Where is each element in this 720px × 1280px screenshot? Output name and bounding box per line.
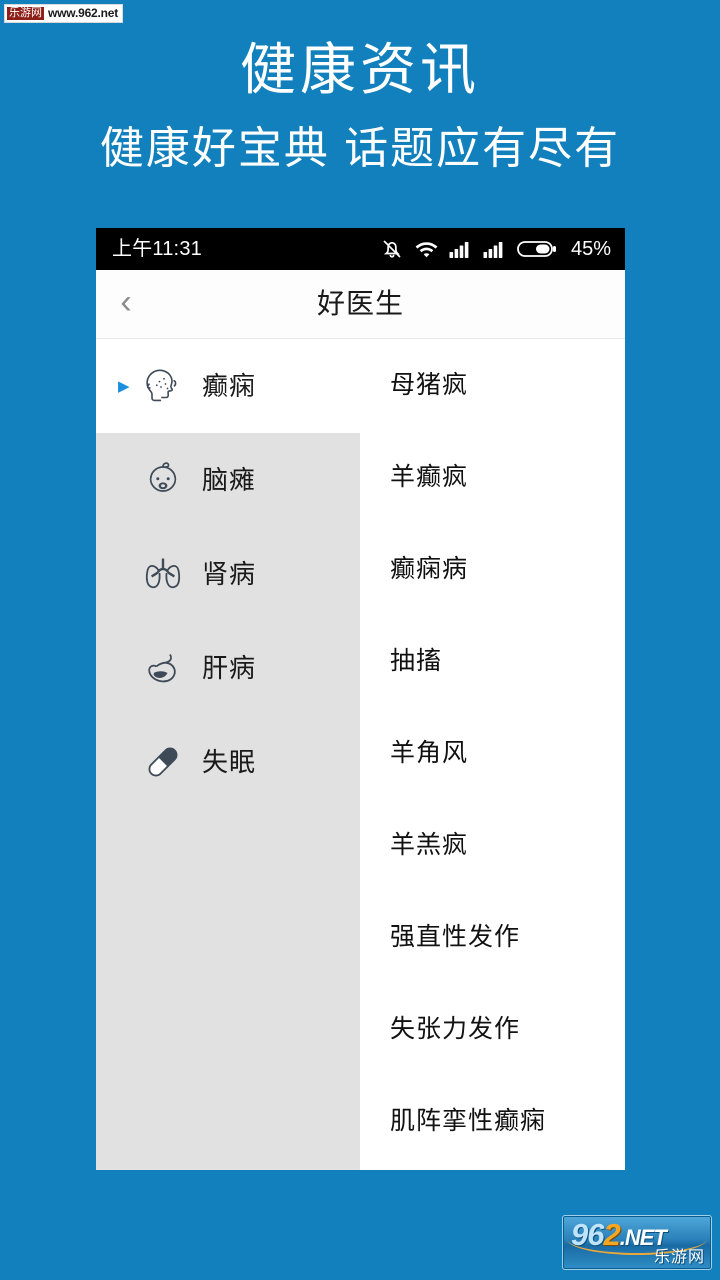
list-item[interactable]: 羊羔疯 [360, 799, 625, 891]
sidebar-item-naotan[interactable]: ▶ 脑瘫 [96, 433, 360, 527]
logo-digit-accent: 2 [603, 1217, 620, 1252]
sidebar-item-ganbing[interactable]: ▶ 肝病 [96, 621, 360, 715]
sidebar-item-shenbing[interactable]: ▶ 肾病 [96, 527, 360, 621]
sidebar-item-label: 癫痫 [202, 371, 257, 401]
list-item[interactable]: 失张力发作 [360, 983, 625, 1075]
chevron-left-icon: ‹ [120, 283, 132, 321]
sidebar-item-shimian[interactable]: ▶ 失眠 [96, 715, 360, 809]
status-icons: 45% [380, 237, 611, 261]
liver-icon [138, 643, 188, 693]
selected-marker-icon: ▶ [118, 377, 130, 395]
logo-tld: .NET [619, 1225, 667, 1250]
signal-icon [449, 239, 473, 259]
sidebar-item-label: 肝病 [202, 653, 257, 683]
battery-icon [517, 239, 557, 259]
list-item[interactable]: 抽搐 [360, 615, 625, 707]
list-item[interactable]: 强直性发作 [360, 891, 625, 983]
battery-percent: 45% [570, 238, 611, 260]
sidebar-item-label: 肾病 [202, 559, 257, 589]
symptom-list: 母猪疯 羊癫疯 癫痫病 抽搐 羊角风 羊羔疯 强直性发作 失张力发作 肌阵挛性癫… [360, 339, 625, 1170]
app-bar: ‹ 好医生 [96, 270, 625, 339]
logo-text: 962.NET [571, 1217, 667, 1254]
list-item[interactable]: 羊癫疯 [360, 431, 625, 523]
page-subtitle: 健康好宝典 话题应有尽有 [99, 124, 621, 173]
signal-icon [483, 239, 507, 259]
sidebar-item-dianxian[interactable]: ▶ 癫痫 [96, 339, 360, 433]
watermark-url: www.962.net [48, 6, 119, 20]
logo-cn-text: 乐游网 [653, 1249, 705, 1266]
status-bar: 上午11:31 45% [96, 228, 625, 270]
baby-face-icon [138, 455, 188, 505]
top-watermark: 乐游网 www.962.net [4, 4, 124, 23]
app-bar-title: 好医生 [316, 288, 404, 319]
list-item[interactable]: 母猪疯 [360, 339, 625, 431]
bell-off-icon [380, 237, 404, 261]
sidebar-item-label: 脑瘫 [202, 465, 257, 495]
category-sidebar: ▶ 癫痫 脑瘫 肾病 肝病 失眠 [96, 339, 360, 1170]
back-button[interactable]: ‹ [96, 270, 156, 338]
lungs-icon [138, 549, 188, 599]
site-logo-watermark: 962.NET 乐游网 [562, 1215, 712, 1270]
list-item[interactable]: 羊角风 [360, 707, 625, 799]
logo-digits: 96 [571, 1217, 604, 1252]
watermark-badge: 乐游网 [7, 6, 44, 20]
list-item[interactable]: 肌阵挛性癫痫 [360, 1075, 625, 1167]
page-title: 健康资讯 [240, 38, 480, 101]
phone-screen: 上午11:31 45% ‹ 好医生 ▶ 癫痫 脑瘫 肾病 肝病 失眠 母猪疯 羊… [96, 228, 625, 1170]
promo-header: 健康资讯 健康好宝典 话题应有尽有 [0, 0, 720, 174]
wifi-icon [414, 238, 439, 260]
head-profile-icon [138, 361, 188, 411]
sidebar-item-label: 失眠 [202, 747, 257, 777]
list-item[interactable]: 癫痫病 [360, 523, 625, 615]
pill-capsule-icon [138, 737, 188, 787]
content-area: ▶ 癫痫 脑瘫 肾病 肝病 失眠 母猪疯 羊癫疯 癫痫病 抽搐 羊角风 羊羔疯 … [96, 339, 625, 1170]
status-time: 上午11:31 [112, 238, 202, 260]
